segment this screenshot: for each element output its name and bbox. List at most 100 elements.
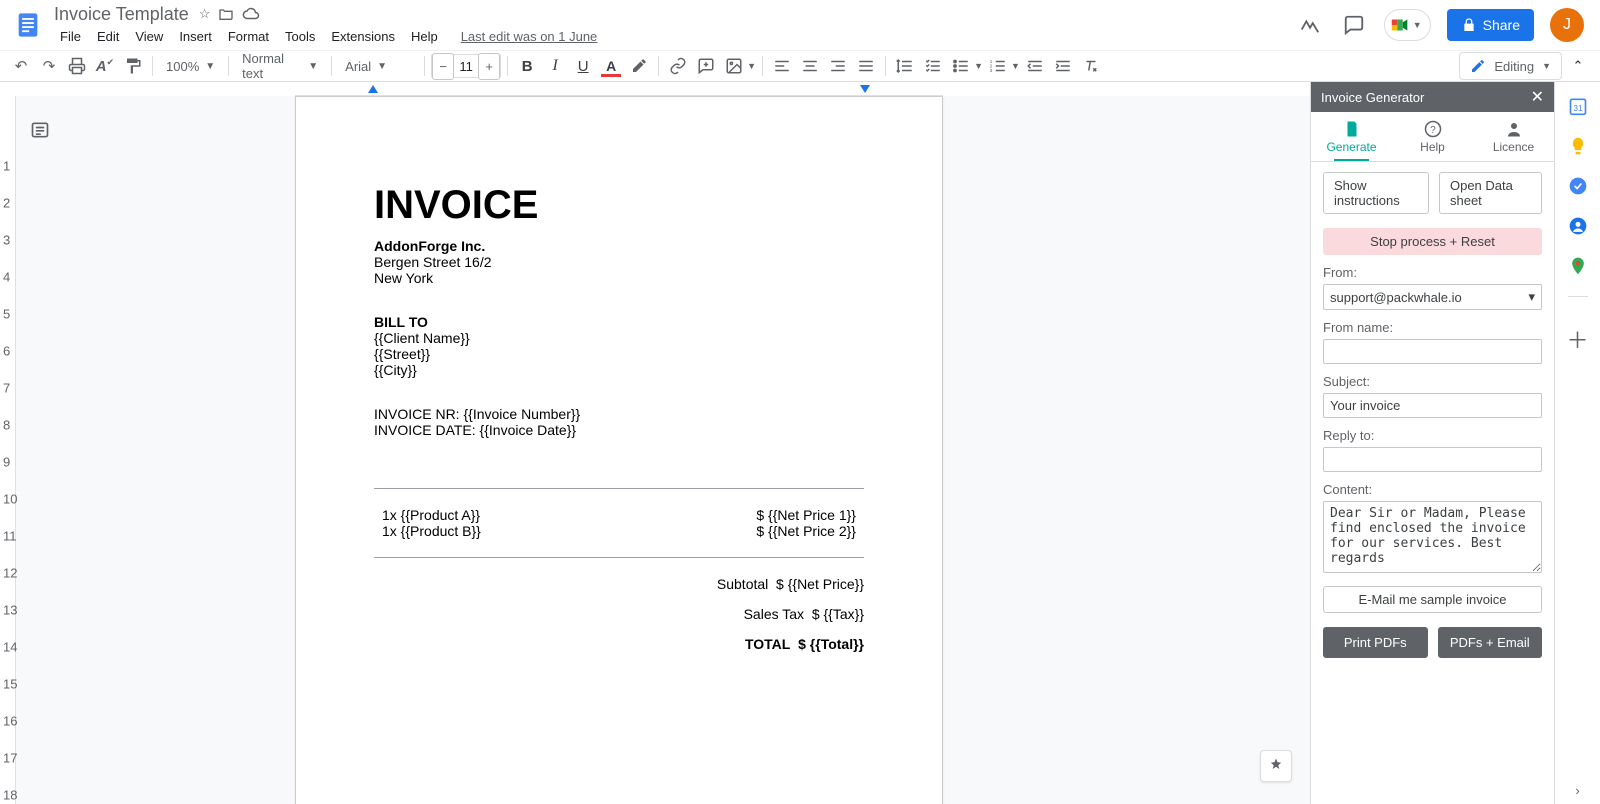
- calendar-icon[interactable]: 31: [1568, 96, 1588, 116]
- docs-logo[interactable]: [8, 5, 48, 45]
- svg-text:?: ?: [1430, 124, 1436, 135]
- indent-increase-button[interactable]: [1050, 53, 1076, 79]
- share-label: Share: [1483, 17, 1520, 33]
- paint-format-button[interactable]: [120, 53, 146, 79]
- menu-extensions[interactable]: Extensions: [324, 27, 402, 46]
- italic-button[interactable]: I: [542, 53, 568, 79]
- zoom-select[interactable]: 100%▼: [159, 53, 222, 79]
- get-addons-button[interactable]: ＋: [1566, 323, 1588, 355]
- left-indent-marker[interactable]: [368, 85, 378, 93]
- menu-tools[interactable]: Tools: [278, 27, 322, 46]
- reply-to-input[interactable]: [1323, 447, 1542, 472]
- font-size-stepper[interactable]: − 11 +: [431, 54, 501, 78]
- tab-help[interactable]: ? Help: [1392, 112, 1473, 161]
- menu-edit[interactable]: Edit: [90, 27, 126, 46]
- checklist-button[interactable]: [920, 53, 946, 79]
- addon-panel: Invoice Generator ✕ Generate ? Help Lice…: [1310, 82, 1554, 804]
- align-center-button[interactable]: [797, 53, 823, 79]
- activity-icon[interactable]: [1296, 11, 1324, 39]
- comments-icon[interactable]: [1340, 11, 1368, 39]
- chevron-down-icon[interactable]: ▼: [1011, 61, 1020, 71]
- from-name-input[interactable]: [1323, 339, 1542, 364]
- email-sample-button[interactable]: E-Mail me sample invoice: [1323, 586, 1542, 613]
- line-spacing-button[interactable]: [892, 53, 918, 79]
- chevron-down-icon[interactable]: ▼: [747, 61, 756, 71]
- account-avatar[interactable]: J: [1550, 8, 1584, 42]
- editing-mode-label: Editing: [1494, 59, 1534, 74]
- close-icon[interactable]: ✕: [1531, 87, 1544, 107]
- menu-format[interactable]: Format: [221, 27, 276, 46]
- stop-reset-button[interactable]: Stop process + Reset: [1323, 228, 1542, 255]
- insert-comment-button[interactable]: [693, 53, 719, 79]
- chevron-down-icon: ▾: [1528, 289, 1535, 305]
- total-line: TOTAL $ {{Total}}: [374, 636, 864, 652]
- toolbar-collapse-button[interactable]: ⌃: [1564, 58, 1592, 74]
- content-textarea[interactable]: [1323, 501, 1542, 573]
- from-select[interactable]: support@packwhale.io▾: [1323, 284, 1542, 310]
- outline-toggle-button[interactable]: [26, 116, 54, 144]
- horizontal-ruler[interactable]: 2 1 1 2 3 4 5 6 7 8 9 10 11 12 13 14 15 …: [0, 82, 1310, 96]
- last-edit-link[interactable]: Last edit was on 1 June: [461, 29, 598, 44]
- svg-text:31: 31: [1573, 103, 1583, 113]
- contacts-icon[interactable]: [1568, 216, 1588, 236]
- invoice-number-line: INVOICE NR: {{Invoice Number}}: [374, 406, 864, 422]
- star-icon[interactable]: ☆: [199, 5, 211, 23]
- font-select[interactable]: Arial▼: [338, 53, 418, 79]
- doc-title[interactable]: Invoice Template: [52, 3, 191, 26]
- numbered-list-button[interactable]: 123: [985, 53, 1011, 79]
- document-canvas[interactable]: 1 2 3 4 5 6 7 8 9 10 11 12 13 14 15 16 1…: [0, 96, 1310, 804]
- underline-button[interactable]: U: [570, 53, 596, 79]
- align-left-button[interactable]: [769, 53, 795, 79]
- print-pdfs-button[interactable]: Print PDFs: [1323, 627, 1428, 658]
- tasks-icon[interactable]: [1568, 176, 1588, 196]
- cloud-status-icon[interactable]: [242, 5, 260, 23]
- from-label: From:: [1323, 265, 1542, 280]
- menu-insert[interactable]: Insert: [172, 27, 219, 46]
- font-size-decrease[interactable]: −: [432, 53, 454, 80]
- paragraph-style-select[interactable]: Normal text▼: [235, 53, 325, 79]
- bold-button[interactable]: B: [514, 53, 540, 79]
- from-name-label: From name:: [1323, 320, 1542, 335]
- meet-button[interactable]: ▼: [1384, 9, 1431, 41]
- text-color-button[interactable]: A: [598, 53, 624, 79]
- menu-help[interactable]: Help: [404, 27, 445, 46]
- insert-link-button[interactable]: [665, 53, 691, 79]
- addon-tabs: Generate ? Help Licence: [1311, 112, 1554, 162]
- pdfs-email-button[interactable]: PDFs + Email: [1438, 627, 1543, 658]
- menu-view[interactable]: View: [128, 27, 170, 46]
- show-instructions-button[interactable]: Show instructions: [1323, 172, 1429, 214]
- insert-image-button[interactable]: [721, 53, 747, 79]
- highlight-button[interactable]: [626, 53, 652, 79]
- bulleted-list-button[interactable]: [948, 53, 974, 79]
- move-icon[interactable]: [218, 5, 234, 23]
- editing-mode-select[interactable]: Editing ▼: [1459, 52, 1562, 80]
- document-page[interactable]: INVOICE AddonForge Inc. Bergen Street 16…: [295, 96, 943, 804]
- client-street-placeholder: {{Street}}: [374, 346, 864, 362]
- indent-decrease-button[interactable]: [1022, 53, 1048, 79]
- tax-line: Sales Tax $ {{Tax}}: [374, 606, 864, 622]
- font-size-increase[interactable]: +: [478, 53, 500, 80]
- explore-button[interactable]: [1260, 750, 1292, 782]
- tab-generate[interactable]: Generate: [1311, 112, 1392, 161]
- tab-licence[interactable]: Licence: [1473, 112, 1554, 161]
- addon-header: Invoice Generator ✕: [1311, 82, 1554, 112]
- clear-formatting-button[interactable]: [1078, 53, 1104, 79]
- subject-input[interactable]: [1323, 393, 1542, 418]
- side-panel-collapse-button[interactable]: ›: [1554, 776, 1600, 804]
- chevron-down-icon[interactable]: ▼: [974, 61, 983, 71]
- open-data-sheet-button[interactable]: Open Data sheet: [1439, 172, 1542, 214]
- maps-icon[interactable]: [1568, 256, 1588, 276]
- align-justify-button[interactable]: [853, 53, 879, 79]
- font-size-value[interactable]: 11: [454, 59, 478, 74]
- print-button[interactable]: [64, 53, 90, 79]
- right-margin-marker[interactable]: [860, 85, 870, 93]
- undo-button[interactable]: ↶: [8, 53, 34, 79]
- bill-to-label: BILL TO: [374, 314, 864, 330]
- share-button[interactable]: Share: [1447, 9, 1534, 41]
- keep-icon[interactable]: [1568, 136, 1588, 156]
- redo-button[interactable]: ↷: [36, 53, 62, 79]
- menu-file[interactable]: File: [53, 27, 88, 46]
- spellcheck-button[interactable]: A✔: [92, 53, 118, 79]
- vertical-ruler[interactable]: 1 2 3 4 5 6 7 8 9 10 11 12 13 14 15 16 1…: [0, 96, 16, 804]
- align-right-button[interactable]: [825, 53, 851, 79]
